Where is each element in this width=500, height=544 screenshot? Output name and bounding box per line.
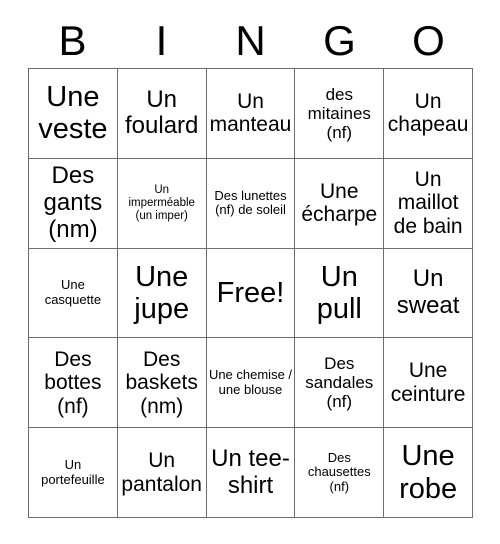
bingo-cell-n4[interactable]: Une chemise / une blouse [206,338,296,429]
bingo-cell-free-space[interactable]: Free! [206,248,296,339]
bingo-cell-i4[interactable]: Des baskets (nm) [117,338,207,429]
bingo-cell-n5[interactable]: Un tee-shirt [206,428,296,518]
bingo-free-space-label: Free! [216,276,285,309]
bingo-cell-i3[interactable]: Une jupe [117,248,207,339]
bingo-cell-label: des mitaines (nf) [307,84,371,142]
bingo-cell-n1[interactable]: Un manteau [206,69,296,159]
bingo-cell-label: Des sandales (nf) [305,354,374,412]
bingo-cell-label: Un imperméable (un imper) [128,183,195,222]
bingo-cell-b4[interactable]: Des bottes (nf) [29,338,118,429]
bingo-cell-label: Des baskets (nm) [125,347,198,418]
bingo-header-letter-i: I [155,17,168,64]
bingo-cell-g4[interactable]: Des sandales (nf) [295,338,385,429]
bingo-cell-b5[interactable]: Un portefeuille [29,428,118,518]
bingo-header-letter-n: N [235,17,266,64]
bingo-grid: Une veste Un foulard Un manteau des mita… [28,68,473,518]
bingo-header-letter-b: B [58,17,87,64]
bingo-cell-label: Un chapeau [387,89,469,137]
bingo-cell-g3[interactable]: Un pull [295,248,385,339]
bingo-cell-o1[interactable]: Un chapeau [384,69,473,159]
bingo-cell-label: Un tee-shirt [211,444,290,499]
bingo-cell-label: Un foulard [125,85,199,140]
bingo-cell-label: Un portefeuille [41,457,105,487]
bingo-cell-i1[interactable]: Un foulard [117,69,207,159]
bingo-cell-i2[interactable]: Un imperméable (un imper) [117,158,207,249]
bingo-cell-g2[interactable]: Une écharpe [295,158,385,249]
bingo-cell-b1[interactable]: Une veste [29,69,118,159]
bingo-cell-i5[interactable]: Un pantalon [117,428,207,518]
bingo-cell-g1[interactable]: des mitaines (nf) [295,69,385,159]
bingo-cell-label: Un pantalon [121,449,202,496]
bingo-cell-label: Une jupe [134,260,190,325]
bingo-cell-g5[interactable]: Des chausettes (nf) [295,428,385,518]
bingo-cell-label: Un maillot de bain [393,167,463,238]
bingo-header-letter-o: O [412,17,445,64]
bingo-cell-label: Des lunettes (nf) de soleil [214,187,287,218]
bingo-header-letter-g: G [323,17,356,64]
bingo-cell-label: Une écharpe [301,179,378,227]
bingo-cell-o2[interactable]: Un maillot de bain [384,158,473,249]
bingo-cell-label: Une veste [38,80,108,146]
bingo-cell-label: Un sweat [396,265,460,319]
bingo-cell-label: Une robe [399,440,458,505]
bingo-cell-label: Un manteau [209,89,292,137]
bingo-cell-n2[interactable]: Des lunettes (nf) de soleil [206,158,296,249]
bingo-cell-o4[interactable]: Une ceinture [384,338,473,429]
bingo-cell-label: Une ceinture [390,359,466,406]
bingo-cell-label: Une chemise / une blouse [208,367,293,397]
bingo-cell-label: Un pull [316,260,362,325]
bingo-cell-o5[interactable]: Une robe [384,428,473,518]
bingo-cell-label: Des bottes (nf) [44,347,102,418]
bingo-cell-label: Des chausettes (nf) [307,449,371,494]
bingo-card: B I N G O Une veste Un foulard Un mantea… [0,0,500,544]
bingo-cell-o3[interactable]: Un sweat [384,248,473,339]
bingo-cell-b3[interactable]: Une casquette [29,248,118,339]
bingo-cell-label: Une casquette [44,277,102,307]
bingo-cell-label: Des gants (nm) [43,161,103,243]
bingo-header-row: B I N G O [28,14,473,68]
bingo-cell-b2[interactable]: Des gants (nm) [29,158,118,249]
